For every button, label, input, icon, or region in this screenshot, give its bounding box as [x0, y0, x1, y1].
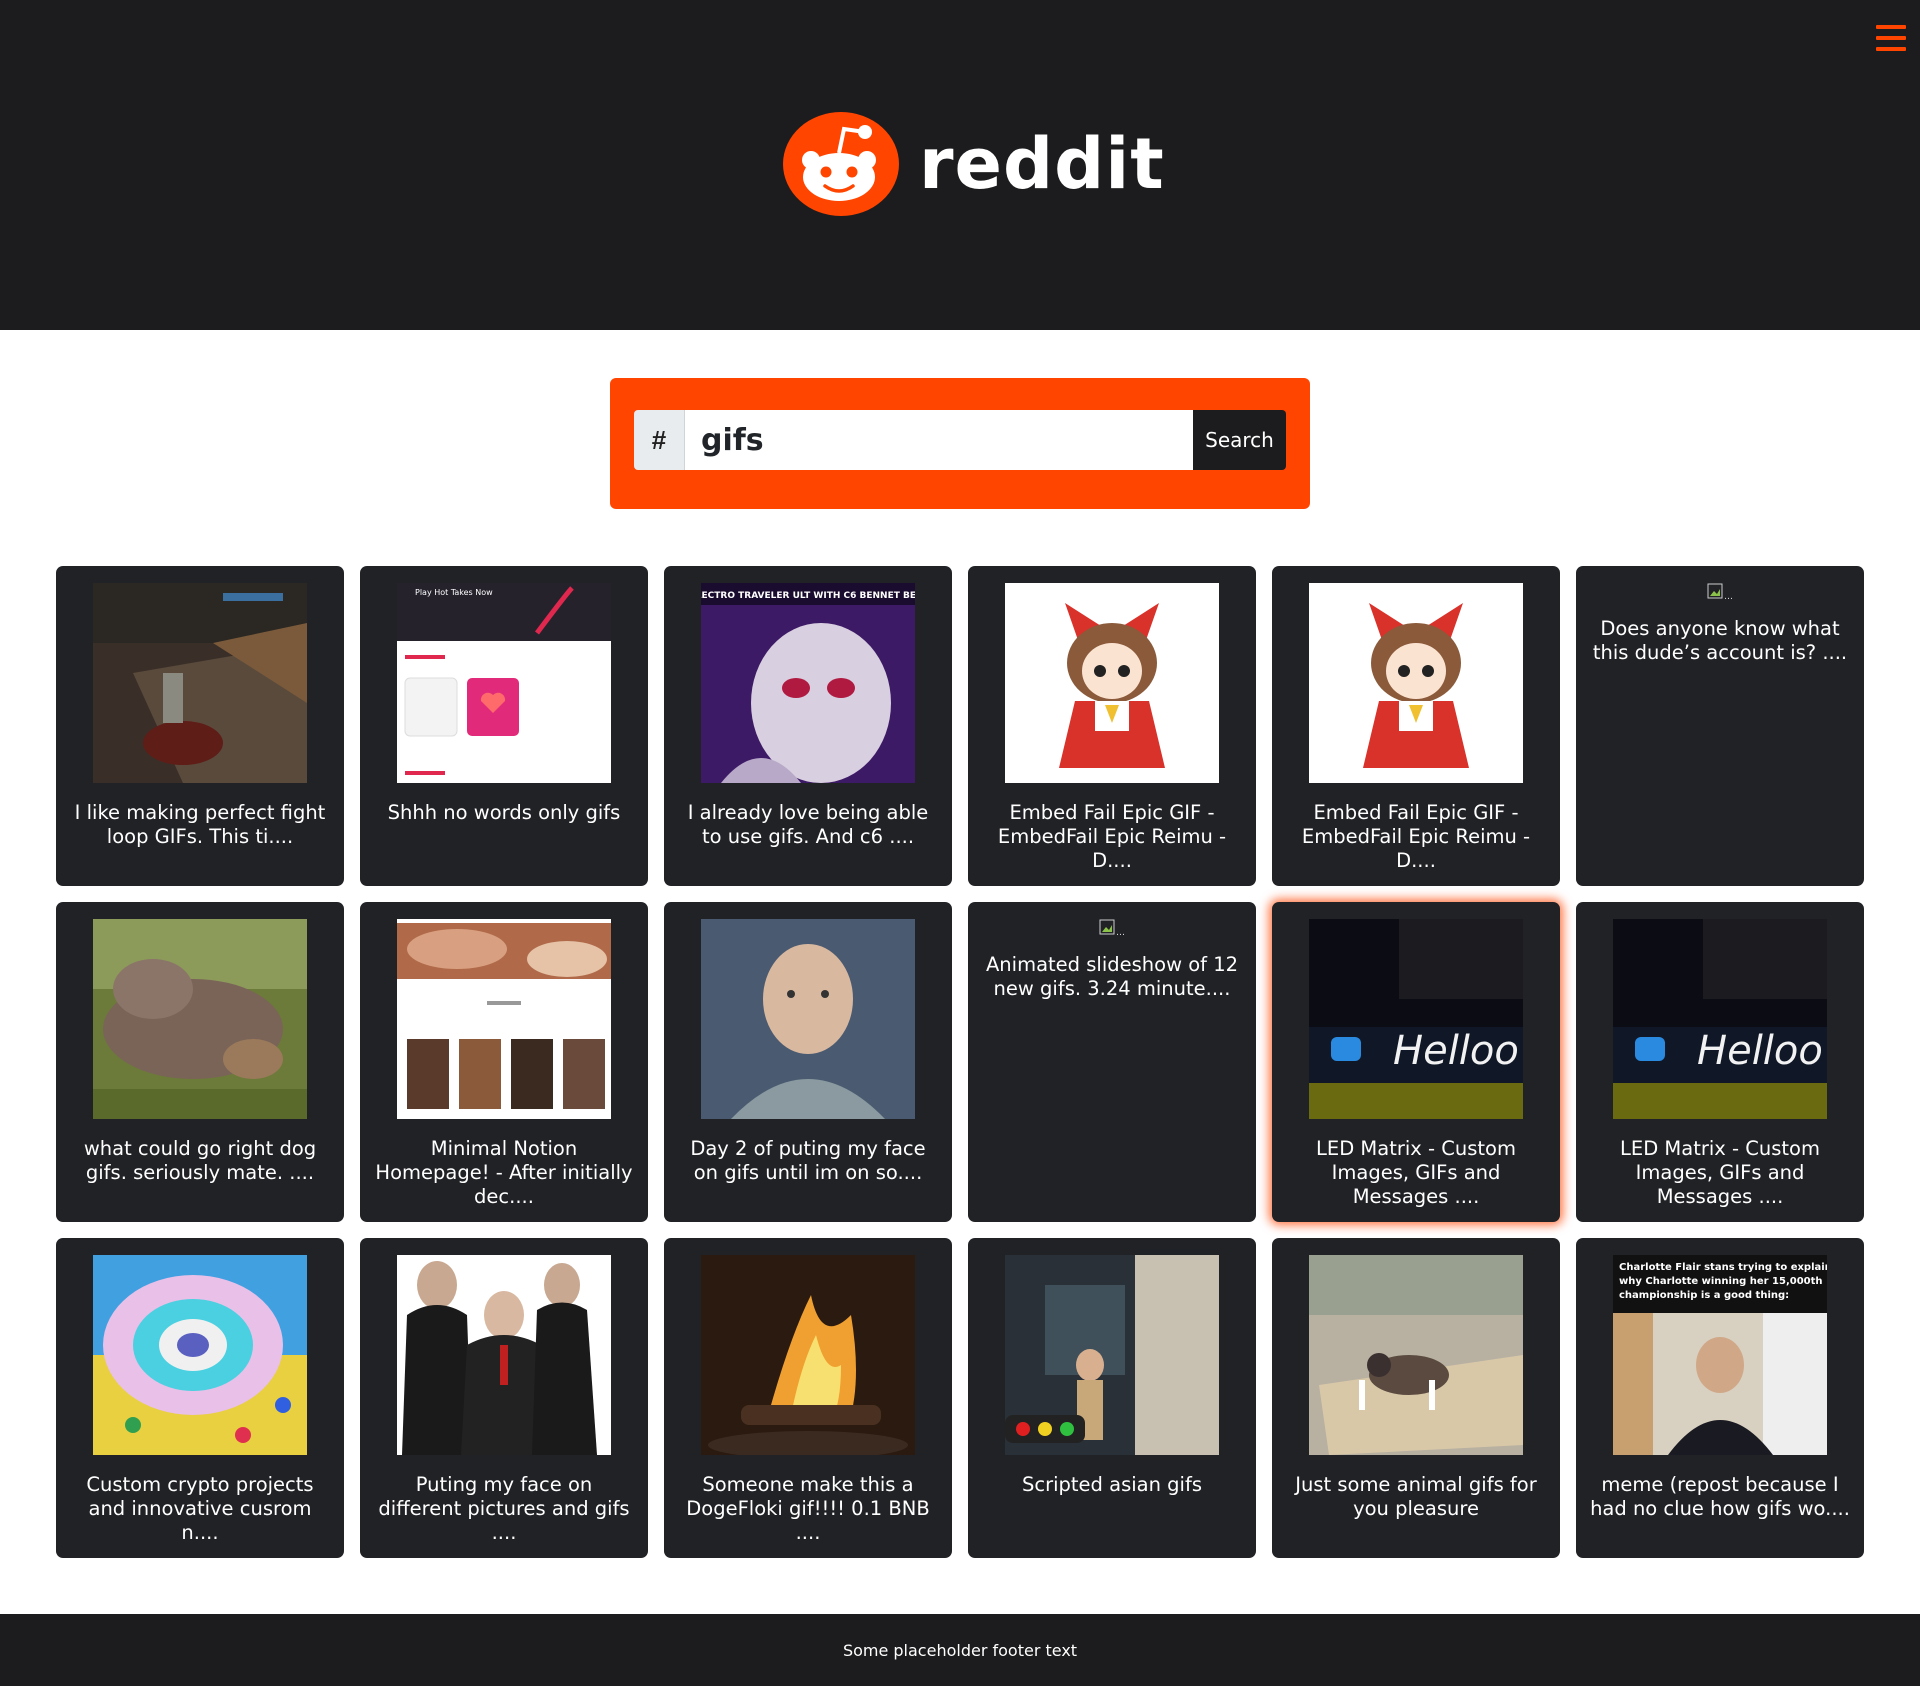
card-title: Scripted asian gifs	[1022, 1473, 1202, 1496]
card-title: Puting my face on different pictures and…	[378, 1473, 630, 1544]
result-card[interactable]: Charlotte Flair stans trying to explain …	[1576, 1238, 1864, 1558]
search-button[interactable]: Search	[1193, 410, 1286, 470]
result-card[interactable]: Just some animal gifs for you pleasure	[1272, 1238, 1560, 1558]
result-card[interactable]: Embed Fail Epic GIF - EmbedFail Epic Rei…	[1272, 566, 1560, 886]
game-fight-thumbnail	[93, 583, 307, 783]
hamburger-menu-icon[interactable]	[1876, 25, 1906, 51]
psychedelic-eye-thumbnail	[93, 1255, 307, 1455]
led-text: Helloo	[1393, 1028, 1519, 1074]
dog-thumbnail	[93, 919, 307, 1119]
broken-image-icon: …	[1707, 583, 1733, 602]
dog-sandbox-thumbnail	[1309, 1255, 1523, 1455]
search-group: # Search	[634, 410, 1286, 470]
result-card[interactable]: Day 2 of puting my face on gifs until im…	[664, 902, 952, 1222]
card-title: LED Matrix - Custom Images, GIFs and Mes…	[1316, 1137, 1516, 1208]
meme-person-thumbnail: Charlotte Flair stans trying to explain …	[1613, 1255, 1827, 1455]
card-title: meme (repost because I had no clue how g…	[1590, 1473, 1850, 1520]
notion-page-thumbnail	[397, 919, 611, 1119]
result-card[interactable]: Someone make this a DogeFloki gif!!!! 0.…	[664, 1238, 952, 1558]
result-card[interactable]: Helloo LED Matrix - Custom Images, GIFs …	[1576, 902, 1864, 1222]
site-footer: Some placeholder footer text	[0, 1614, 1920, 1686]
reimu-chibi-thumbnail	[1309, 583, 1523, 783]
result-card[interactable]: … Does anyone know what this dude’s acco…	[1576, 566, 1864, 886]
site-header: reddit	[0, 0, 1920, 330]
card-title: LED Matrix - Custom Images, GIFs and Mes…	[1620, 1137, 1820, 1208]
street-scene-thumbnail	[1005, 1255, 1219, 1455]
led-matrix-thumbnail: Helloo	[1309, 919, 1523, 1119]
result-card[interactable]: MY ELECTRO TRAVELER ULT WITH C6 BENNET B…	[664, 566, 952, 886]
card-title: Does anyone know what this dude’s accoun…	[1592, 617, 1848, 664]
result-card[interactable]: what could go right dog gifs. seriously …	[56, 902, 344, 1222]
app-screenshot-thumbnail: Play Hot Takes Now	[397, 583, 611, 783]
card-title: I like making perfect fight loop GIFs. T…	[74, 801, 326, 848]
svg-text:Play Hot Takes Now: Play Hot Takes Now	[415, 588, 493, 597]
anime-character-thumbnail: MY ELECTRO TRAVELER ULT WITH C6 BENNET B…	[701, 583, 915, 783]
result-card[interactable]: Embed Fail Epic GIF - EmbedFail Epic Rei…	[968, 566, 1256, 886]
result-card[interactable]: Puting my face on different pictures and…	[360, 1238, 648, 1558]
thumbnail-caption: MY ELECTRO TRAVELER ULT WITH C6 BENNET B…	[701, 591, 915, 601]
result-card[interactable]: Scripted asian gifs	[968, 1238, 1256, 1558]
footer-text: Some placeholder footer text	[842, 1640, 1078, 1660]
search-input[interactable]	[685, 410, 1193, 470]
campfire-thumbnail	[701, 1255, 915, 1455]
card-title: I already love being able to use gifs. A…	[687, 801, 929, 848]
result-card[interactable]: Custom crypto projects and innovative cu…	[56, 1238, 344, 1558]
card-title: Embed Fail Epic GIF - EmbedFail Epic Rei…	[1301, 801, 1531, 872]
card-title: Shhh no words only gifs	[387, 801, 621, 824]
card-title: Animated slideshow of 12 new gifs. 3.24 …	[985, 953, 1239, 1000]
svg-text:…: …	[1116, 928, 1125, 938]
band-photo-thumbnail	[397, 1255, 611, 1455]
reddit-snoo-icon	[783, 112, 899, 216]
reddit-logo[interactable]: reddit	[781, 112, 1165, 216]
card-title: Minimal Notion Homepage! - After initial…	[375, 1137, 633, 1208]
search-panel: # Search	[610, 378, 1310, 509]
result-card[interactable]: Play Hot Takes Now Shhh no words only gi…	[360, 566, 648, 886]
result-card[interactable]: Helloo LED Matrix - Custom Images, GIFs …	[1272, 902, 1560, 1222]
card-title: Custom crypto projects and innovative cu…	[86, 1473, 314, 1544]
hashtag-prefix: #	[634, 410, 685, 470]
led-matrix-thumbnail: Helloo	[1613, 919, 1827, 1119]
broken-image-icon: …	[1099, 919, 1125, 938]
logo-wordmark: reddit	[919, 123, 1165, 205]
card-title: Embed Fail Epic GIF - EmbedFail Epic Rei…	[997, 801, 1227, 872]
card-title: Just some animal gifs for you pleasure	[1295, 1473, 1537, 1520]
svg-text:…: …	[1724, 592, 1733, 602]
reimu-chibi-thumbnail	[1005, 583, 1219, 783]
card-title: Someone make this a DogeFloki gif!!!! 0.…	[686, 1473, 930, 1544]
result-card[interactable]: I like making perfect fight loop GIFs. T…	[56, 566, 344, 886]
led-text: Helloo	[1697, 1028, 1823, 1074]
card-title: what could go right dog gifs. seriously …	[83, 1137, 317, 1184]
result-card[interactable]: Minimal Notion Homepage! - After initial…	[360, 902, 648, 1222]
card-title: Day 2 of puting my face on gifs until im…	[690, 1137, 926, 1184]
face-swap-thumbnail	[701, 919, 915, 1119]
result-card[interactable]: … Animated slideshow of 12 new gifs. 3.2…	[968, 902, 1256, 1222]
